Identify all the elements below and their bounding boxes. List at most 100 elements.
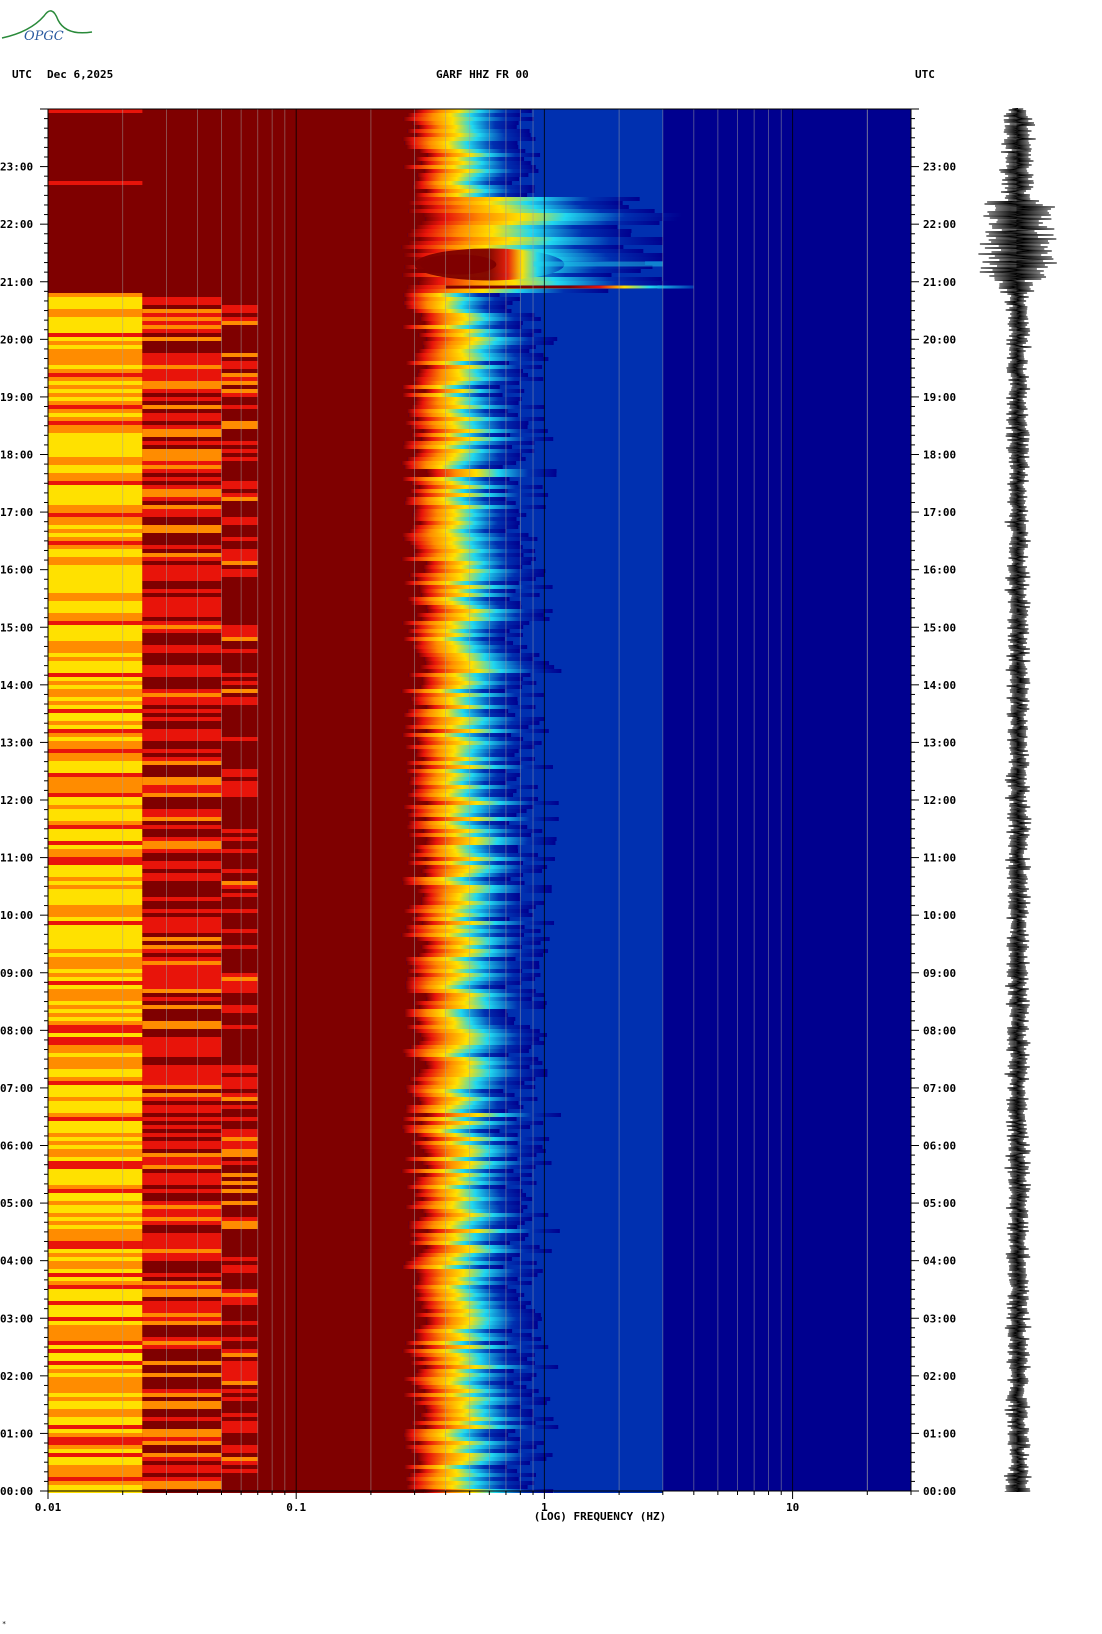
lowfreq-stripe-b: [142, 805, 222, 809]
lowfreq-stripe-a: [48, 1181, 143, 1185]
lowfreq-stripe-a: [48, 409, 143, 413]
lowfreq-stripe-a: [48, 1205, 143, 1209]
spectrum-row-mid: [511, 181, 663, 185]
lowfreq-stripe-c: [221, 1229, 258, 1233]
lowfreq-stripe-b: [142, 1457, 222, 1461]
lowfreq-stripe-a: [48, 109, 143, 113]
lowfreq-stripe-a: [48, 1365, 143, 1369]
lowfreq-stripe-a: [48, 325, 143, 329]
lowfreq-stripe-c: [221, 1453, 258, 1457]
lowfreq-stripe-b: [142, 969, 222, 973]
lowfreq-stripe-c: [221, 1473, 258, 1477]
lowfreq-stripe-b: [142, 1393, 222, 1397]
spectrum-row-transition: [427, 801, 559, 805]
lowfreq-stripe-c: [221, 1365, 258, 1369]
lowfreq-stripe-a: [48, 341, 143, 345]
spectrum-row-transition: [407, 813, 517, 817]
lowfreq-stripe-a: [48, 393, 143, 397]
lowfreq-stripe-b: [142, 1085, 222, 1089]
lowfreq-stripe-a: [48, 553, 143, 557]
lowfreq-stripe-a: [48, 349, 143, 353]
lowfreq-stripe-b: [142, 593, 222, 597]
lowfreq-stripe-c: [221, 501, 258, 505]
spectrum-row-mid: [531, 1045, 663, 1049]
spectrum-row-mid: [538, 1057, 663, 1061]
spectrum-row-mid: [552, 1453, 663, 1457]
lowfreq-stripe-c: [221, 617, 258, 621]
spectrum-row-low: [48, 161, 422, 165]
lowfreq-stripe-a: [48, 725, 143, 729]
spectrum-row-transition: [404, 1013, 508, 1017]
spectrum-row-mid: [622, 201, 663, 205]
spectrum-row-transition: [407, 709, 509, 713]
lowfreq-stripe-b: [142, 1045, 222, 1049]
lowfreq-stripe-b: [142, 341, 222, 345]
lowfreq-stripe-c: [221, 565, 258, 569]
lowfreq-stripe-c: [221, 293, 258, 297]
lowfreq-stripe-a: [48, 1165, 143, 1169]
spectrum-row-transition: [421, 221, 660, 225]
spectrum-row-mid: [540, 153, 663, 157]
lowfreq-stripe-b: [142, 917, 222, 921]
spectrum-row-transition: [418, 333, 534, 337]
spectrum-row-transition: [415, 493, 549, 497]
lowfreq-stripe-c: [221, 1113, 258, 1117]
spectrum-row-mid: [518, 121, 663, 125]
lowfreq-stripe-c: [221, 949, 258, 953]
lowfreq-stripe-b: [142, 1237, 222, 1241]
lowfreq-stripe-c: [221, 1125, 258, 1129]
lowfreq-stripe-b: [142, 1141, 222, 1145]
lowfreq-stripe-a: [48, 477, 143, 481]
lowfreq-stripe-b: [142, 1433, 222, 1437]
spectrum-row-transition: [411, 917, 510, 921]
lowfreq-stripe-a: [48, 1141, 143, 1145]
lowfreq-stripe-c: [221, 681, 258, 685]
y-tick-label-right: 11:00: [923, 852, 956, 865]
lowfreq-stripe-c: [221, 1417, 258, 1421]
spectrum-row-mid: [516, 517, 663, 521]
spectrum-row-mid: [541, 1317, 663, 1321]
lowfreq-stripe-b: [142, 597, 222, 601]
spectrum-row-transition: [422, 921, 555, 925]
spectrum-row-transition: [405, 421, 529, 425]
spectrum-row-transition: [420, 205, 629, 209]
lowfreq-stripe-b: [142, 1129, 222, 1133]
lowfreq-stripe-a: [48, 977, 143, 981]
spectrum-row-mid: [548, 1213, 663, 1217]
spectrum-row-transition: [409, 541, 520, 545]
lowfreq-stripe-a: [48, 1437, 143, 1441]
spectrum-row-transition: [402, 621, 530, 625]
lowfreq-stripe-a: [48, 757, 143, 761]
spectrum-row-low: [48, 237, 420, 241]
lowfreq-stripe-b: [142, 1073, 222, 1077]
lowfreq-stripe-b: [142, 677, 222, 681]
lowfreq-stripe-b: [142, 1357, 222, 1361]
spectrum-row-mid: [535, 989, 663, 993]
spectrum-row-transition: [406, 769, 507, 773]
lowfreq-stripe-c: [221, 553, 258, 557]
lowfreq-stripe-c: [221, 1373, 258, 1377]
lowfreq-stripe-b: [142, 1325, 222, 1329]
lowfreq-stripe-c: [221, 853, 258, 857]
spectrum-row-mid: [558, 801, 663, 805]
spectrum-row-mid: [520, 761, 663, 765]
lowfreq-stripe-c: [221, 353, 258, 357]
lowfreq-stripe-c: [221, 445, 258, 449]
lowfreq-stripe-a: [48, 841, 143, 845]
spectrum-row-transition: [422, 1345, 549, 1349]
y-tick-label-left: 17:00: [0, 506, 33, 519]
spectrum-row-mid: [507, 1341, 663, 1345]
lowfreq-stripe-b: [142, 797, 222, 801]
lowfreq-stripe-c: [221, 621, 258, 625]
lowfreq-stripe-c: [221, 929, 258, 933]
spectrum-row-mid: [643, 249, 663, 253]
lowfreq-stripe-a: [48, 1209, 143, 1213]
lowfreq-stripe-b: [142, 437, 222, 441]
lowfreq-stripe-c: [221, 653, 258, 657]
lowfreq-stripe-a: [48, 301, 143, 305]
lowfreq-stripe-a: [48, 1257, 143, 1261]
y-tick-label-right: 15:00: [923, 621, 956, 634]
lowfreq-stripe-c: [221, 1049, 258, 1053]
spectrum-row-mid: [522, 321, 663, 325]
lowfreq-stripe-c: [221, 1201, 258, 1205]
